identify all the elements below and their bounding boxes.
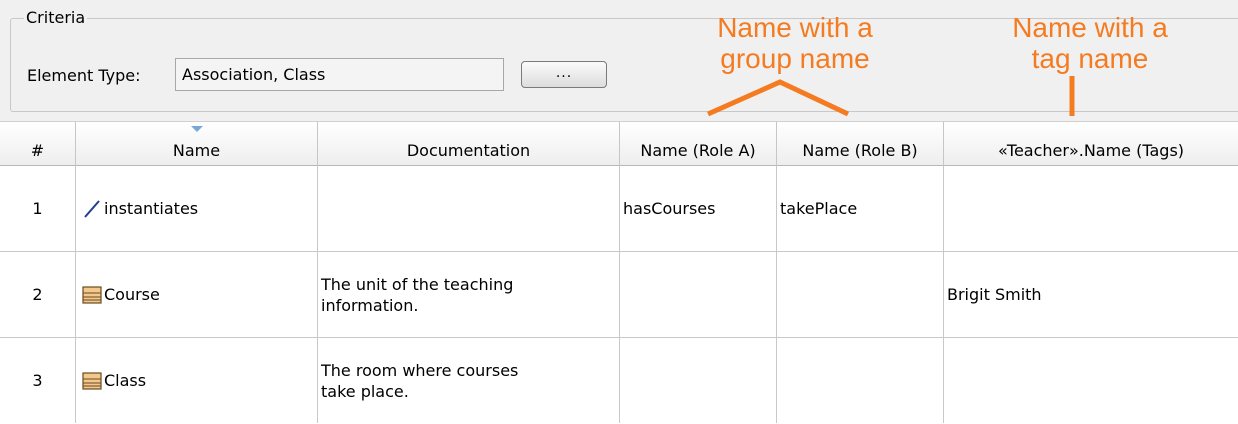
doc-line: information.	[321, 295, 419, 315]
annotation-line: Name with a	[717, 12, 873, 43]
sort-indicator-icon	[190, 126, 203, 132]
row-number: 2	[0, 252, 76, 337]
annotation-line: tag name	[1031, 43, 1149, 74]
doc-line: take place.	[321, 381, 409, 401]
table-row[interactable]: 2 Course The unit of the teaching informa…	[0, 252, 1238, 338]
row-role-b[interactable]	[777, 338, 944, 423]
criteria-title: Criteria	[24, 8, 88, 28]
row-documentation[interactable]	[318, 166, 620, 251]
row-name-cell[interactable]: Class	[76, 338, 318, 423]
row-number: 1	[0, 166, 76, 251]
row-teacher-tags[interactable]	[944, 166, 1238, 251]
row-documentation[interactable]: The unit of the teaching information.	[318, 252, 620, 337]
row-role-a[interactable]	[620, 338, 777, 423]
doc-line: The room where courses	[321, 360, 519, 380]
annotation-line: group name	[720, 43, 870, 74]
row-role-a[interactable]	[620, 252, 777, 337]
table-row[interactable]: 1 instantiates hasCourses takePlace	[0, 166, 1238, 252]
column-header-teacher-tags[interactable]: «Teacher».Name (Tags)	[944, 122, 1238, 166]
row-name-cell[interactable]: Course	[76, 252, 318, 337]
column-header-name[interactable]: Name	[76, 122, 318, 166]
class-icon	[82, 371, 102, 390]
column-header-role-a[interactable]: Name (Role A)	[620, 122, 777, 166]
row-documentation[interactable]: The room where courses take place.	[318, 338, 620, 423]
table-row[interactable]: 3 Class The room where courses take place…	[0, 338, 1238, 424]
row-teacher-tags[interactable]: Brigit Smith	[944, 252, 1238, 337]
doc-line: The unit of the teaching	[321, 274, 514, 294]
row-role-a[interactable]: hasCourses	[620, 166, 777, 251]
row-name: Class	[104, 371, 147, 390]
group-name-annotation: Name with a group name	[680, 12, 910, 74]
table-header: # Name Documentation Name (Role A) Name …	[0, 121, 1238, 166]
row-number: 3	[0, 338, 76, 423]
column-header-number[interactable]: #	[0, 122, 76, 166]
class-icon	[82, 285, 102, 304]
association-icon	[84, 199, 100, 218]
column-header-role-b[interactable]: Name (Role B)	[777, 122, 944, 166]
row-name: Course	[104, 285, 160, 304]
row-teacher-tags[interactable]	[944, 338, 1238, 423]
column-header-name-label: Name	[172, 141, 221, 160]
row-role-b[interactable]: takePlace	[777, 166, 944, 251]
row-name: instantiates	[104, 199, 199, 218]
row-name-cell[interactable]: instantiates	[76, 166, 318, 251]
browse-element-type-button[interactable]: ...	[521, 61, 607, 88]
column-header-documentation[interactable]: Documentation	[318, 122, 620, 166]
element-type-label: Element Type:	[27, 66, 141, 85]
row-role-b[interactable]	[777, 252, 944, 337]
element-type-field[interactable]: Association, Class	[175, 58, 504, 91]
annotation-line: Name with a	[1012, 12, 1168, 43]
tag-name-annotation: Name with a tag name	[980, 12, 1200, 74]
